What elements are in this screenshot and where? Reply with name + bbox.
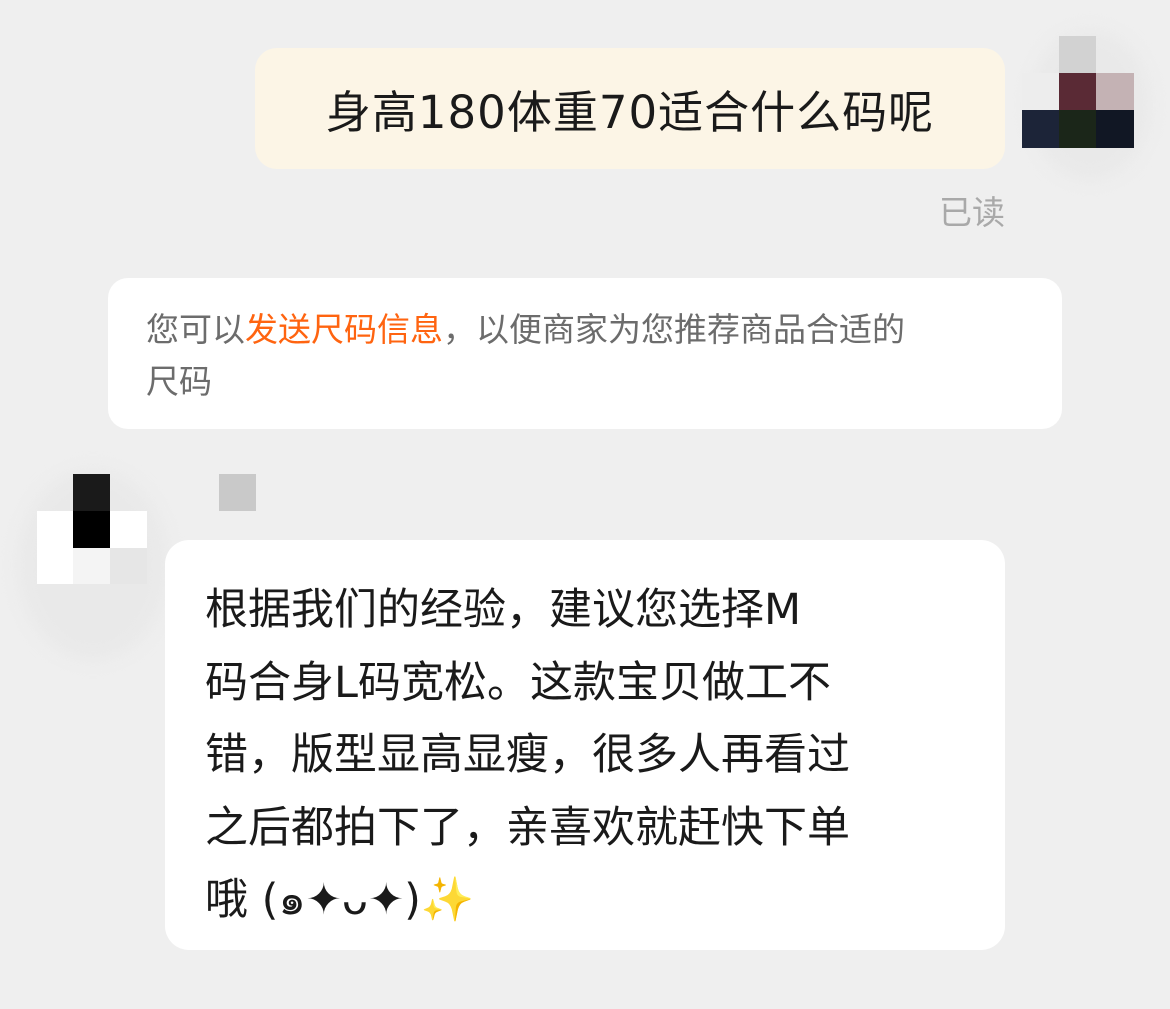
hint-prefix: 您可以: [146, 310, 245, 349]
hint-suffix-line1: ，以便商家为您推荐商品合适的: [443, 310, 905, 349]
size-hint-card: 您可以发送尺码信息，以便商家为您推荐商品合适的 尺码: [108, 278, 1062, 429]
merchant-message-line: 错，版型显高显瘦，很多人再看过: [205, 730, 850, 780]
merchant-message-bubble[interactable]: 根据我们的经验，建议您选择M 码合身L码宽松。这款宝贝做工不 错，版型显高显瘦，…: [165, 540, 1005, 950]
merchant-message-line: 之后都拍下了，亲喜欢就赶快下单: [205, 802, 850, 853]
merchant-message-last-text: 哦 (๑✦ᴗ✦): [205, 875, 421, 925]
read-receipt: 已读: [939, 193, 1005, 232]
send-size-info-link[interactable]: 发送尺码信息: [245, 310, 443, 349]
hint-suffix-line2: 尺码: [146, 362, 212, 401]
sparkles-icon: ✨: [420, 875, 475, 925]
merchant-message-last-line: 哦 (๑✦ᴗ✦)✨: [205, 864, 967, 937]
user-message-text: 身高180体重70适合什么码呢: [325, 86, 935, 139]
merchant-message-line: 根据我们的经验，建议您选择M: [205, 585, 802, 635]
user-avatar[interactable]: [1022, 36, 1134, 148]
user-message-bubble[interactable]: 身高180体重70适合什么码呢: [255, 48, 1005, 169]
merchant-message-line: 码合身L码宽松。这款宝贝做工不: [205, 657, 831, 708]
